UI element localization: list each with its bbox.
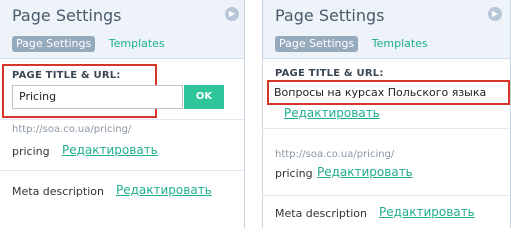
edit-meta-link[interactable]: Редактировать xyxy=(379,205,475,219)
panel-header: Page Settings ▶ Page Settings Templates xyxy=(0,0,244,59)
meta-description-label: Meta description xyxy=(275,207,367,220)
settings-panel-right: Page Settings ▶ Page Settings Templates … xyxy=(262,0,511,228)
edit-url-link[interactable]: Редактировать xyxy=(62,143,158,157)
tab-templates[interactable]: Templates xyxy=(368,36,432,52)
settings-panel-left: Page Settings ▶ Page Settings Templates … xyxy=(0,0,245,228)
page-url: http://soa.co.ua/pricing/ xyxy=(12,124,132,135)
edit-meta-link[interactable]: Редактировать xyxy=(116,183,212,197)
section-label: PAGE TITLE & URL: xyxy=(12,70,121,81)
edit-title-link[interactable]: Редактировать xyxy=(284,106,380,120)
chevron-right-icon[interactable]: ▶ xyxy=(225,7,239,21)
page-slug: pricing xyxy=(12,145,50,158)
tab-templates[interactable]: Templates xyxy=(105,36,169,52)
panel-title: Page Settings xyxy=(12,6,122,25)
page-title-input[interactable]: Pricing xyxy=(12,85,183,109)
page-slug: pricing xyxy=(275,167,313,180)
chevron-right-icon[interactable]: ▶ xyxy=(488,7,502,21)
edit-url-link[interactable]: Редактировать xyxy=(317,165,413,179)
tab-page-settings[interactable]: Page Settings xyxy=(275,36,359,52)
page-title-value[interactable]: Вопросы на курсах Польского языка xyxy=(274,86,486,99)
page-url: http://soa.co.ua/pricing/ xyxy=(275,149,395,160)
tab-page-settings[interactable]: Page Settings xyxy=(12,36,96,52)
meta-description-label: Meta description xyxy=(12,185,104,198)
tab-bar: Page Settings Templates xyxy=(12,36,175,54)
panel-title: Page Settings xyxy=(275,6,385,25)
ok-button[interactable]: OK xyxy=(184,85,224,109)
section-label: PAGE TITLE & URL: xyxy=(275,68,384,79)
panel-header: Page Settings ▶ Page Settings Templates xyxy=(263,0,510,59)
tab-bar: Page Settings Templates xyxy=(275,36,438,54)
